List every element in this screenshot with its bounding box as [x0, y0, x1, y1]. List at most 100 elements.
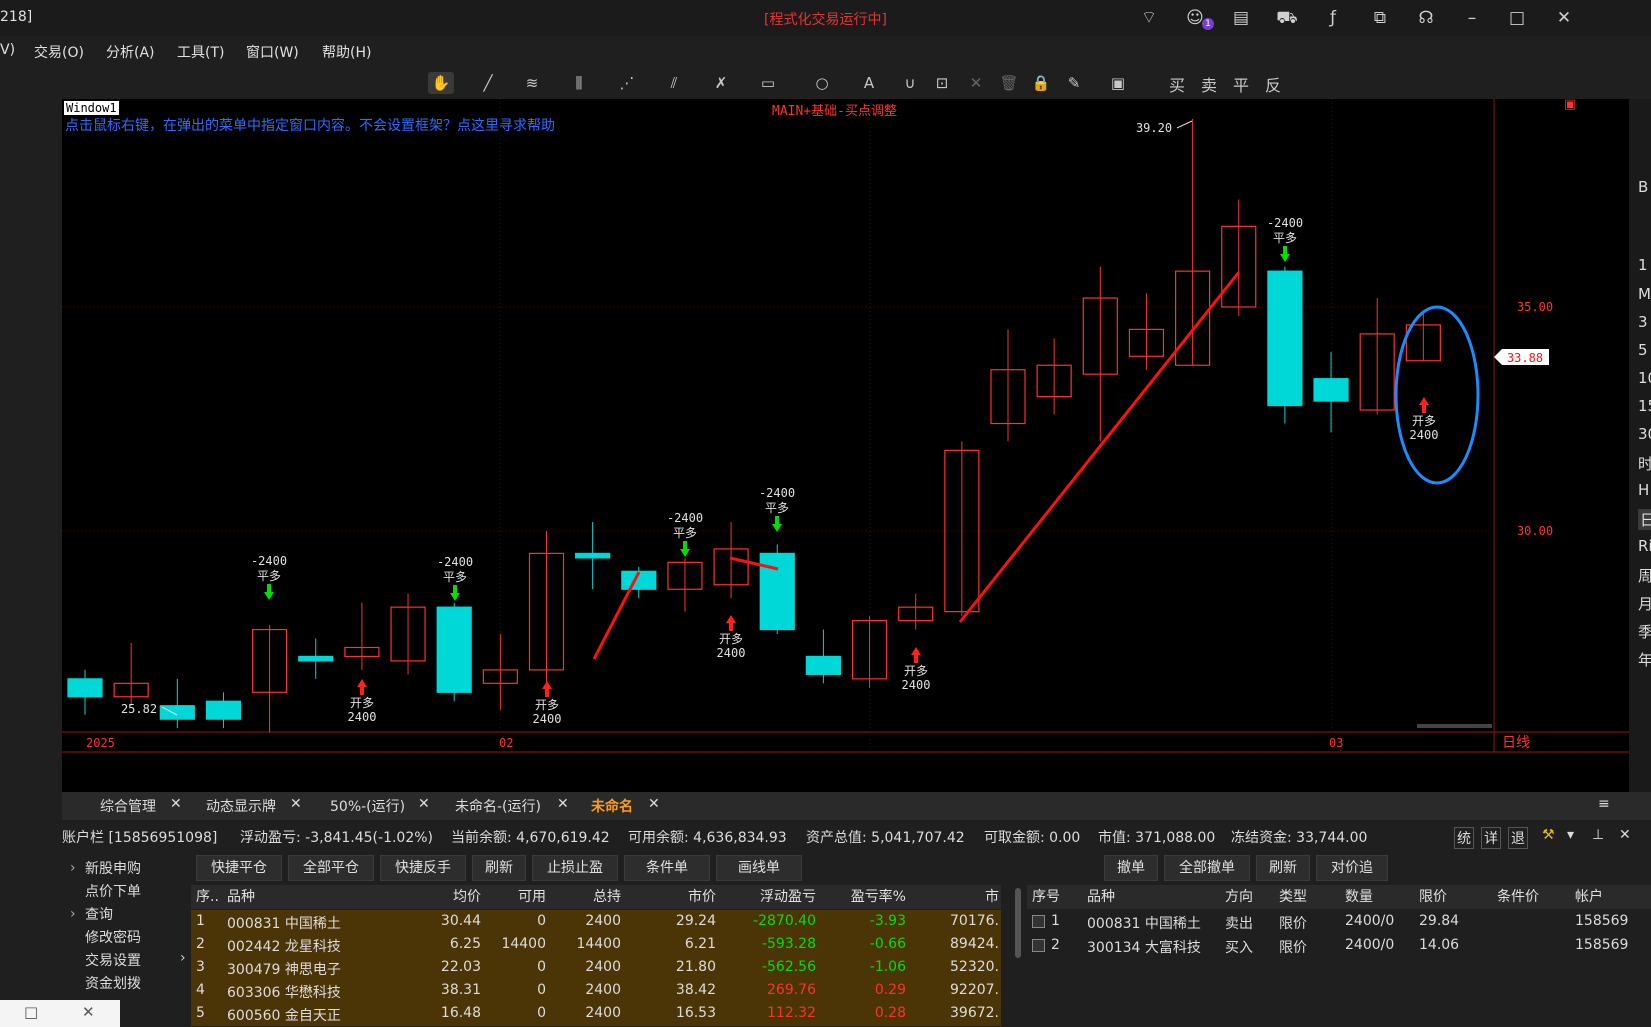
refresh-positions-button[interactable]: 刷新	[472, 855, 526, 881]
period-b[interactable]: B	[1638, 178, 1648, 196]
position-row[interactable]: 1 000831 中国稀土 30.44 0 2400 29.24 -2870.40 -3.93…	[191, 910, 1001, 935]
collapse-arrow-icon[interactable]: ›	[180, 950, 186, 966]
quick-close-button[interactable]: 快捷平仓	[196, 855, 282, 881]
delete-drawing-icon[interactable]: ✕	[963, 72, 989, 94]
col-limit-price[interactable]: 限价	[1419, 885, 1447, 909]
menu-trade[interactable]: 交易(O)	[34, 42, 84, 62]
position-row[interactable]: 2 002442 龙星科技 6.25 14400 14400 6.21 -593.28 -0.…	[191, 933, 1001, 958]
chase-price-button[interactable]: 对价追	[1316, 855, 1388, 881]
minimize-icon[interactable]: –	[1460, 6, 1484, 30]
period-month[interactable]: 月	[1638, 593, 1651, 614]
menu-analysis[interactable]: 分析(A)	[106, 42, 155, 62]
chart-maximize-icon[interactable]: ▣	[1564, 97, 1576, 112]
pin-panel-icon[interactable]: ⊥	[1592, 827, 1604, 843]
logout-button[interactable]: 退	[1508, 827, 1528, 849]
menu-window[interactable]: 窗口(W)	[246, 42, 299, 62]
position-row[interactable]: 3 300479 神思电子 22.03 0 2400 21.80 -562.56 -1.06 5…	[191, 956, 1001, 981]
line-tool-icon[interactable]: ╱	[475, 72, 501, 94]
tab-unnamed-close-icon[interactable]: ✕	[648, 796, 660, 812]
formula-icon[interactable]: ƒ	[1321, 6, 1345, 30]
rectangle-tool-icon[interactable]: ▭	[755, 72, 781, 94]
col-condition-price[interactable]: 条件价	[1497, 885, 1539, 909]
fan-tool-icon[interactable]: ⋰	[614, 72, 640, 94]
period-3[interactable]: 3	[1638, 313, 1648, 331]
tab-menu-icon[interactable]: ≡	[1598, 796, 1610, 812]
cart-icon[interactable]: ⛟	[1275, 6, 1299, 30]
col-total[interactable]: 总持	[551, 885, 621, 909]
nav-change-password[interactable]: 修改密码	[85, 927, 141, 947]
tab-50-close-icon[interactable]: ✕	[418, 796, 430, 812]
detail-button[interactable]: 详	[1481, 827, 1501, 849]
trend-line[interactable]	[592, 571, 641, 660]
period-h[interactable]: H	[1638, 481, 1649, 499]
headset-icon[interactable]: ☊	[1414, 6, 1438, 30]
order-checkbox[interactable]	[1032, 939, 1045, 952]
period-30[interactable]: 30	[1638, 425, 1651, 443]
pen-color-icon[interactable]: ✎	[1061, 72, 1087, 94]
col-avg-price[interactable]: 均价	[391, 885, 481, 909]
period-hour[interactable]: 时	[1638, 453, 1651, 474]
menu-tools[interactable]: 工具(T)	[177, 42, 224, 62]
maximize-icon[interactable]: □	[1505, 6, 1529, 30]
vertical-lines-icon[interactable]: ⫼	[566, 72, 592, 94]
refresh-orders-button[interactable]: 刷新	[1256, 855, 1310, 881]
col-order-seq[interactable]: 序号	[1032, 885, 1060, 909]
cancel-all-button[interactable]: 全部撤单	[1164, 855, 1250, 881]
period-5[interactable]: 5	[1638, 341, 1648, 359]
nav-ipo[interactable]: 新股申购	[85, 858, 141, 878]
close-all-button[interactable]: 全部平仓	[288, 855, 374, 881]
stop-loss-button[interactable]: 止损止盈	[532, 855, 618, 881]
chart-hint-link[interactable]: 点击鼠标右键，在弹出的菜单中指定窗口内容。不会设置框架？点这里寻求帮助	[65, 115, 555, 135]
close-panel-icon[interactable]: ✕	[1619, 827, 1631, 843]
period-quarter[interactable]: 季	[1638, 621, 1651, 642]
lock-icon[interactable]: 🔒	[1028, 72, 1054, 94]
col-available[interactable]: 可用	[491, 885, 546, 909]
period-year[interactable]: 年	[1638, 649, 1651, 670]
tool-icon[interactable]: ⚒	[1542, 827, 1555, 843]
dropdown-icon[interactable]: ▾	[1567, 827, 1574, 843]
magnet-icon[interactable]: ∪	[897, 72, 923, 94]
period-day[interactable]: 日	[1638, 509, 1651, 530]
menu-view[interactable]: V)	[0, 42, 15, 58]
expand-icon[interactable]: ›	[70, 860, 76, 876]
cross-tool-icon[interactable]: ✗	[708, 72, 734, 94]
col-account[interactable]: 帐户	[1575, 885, 1603, 909]
nav-trade-settings[interactable]: 交易设置	[85, 950, 141, 970]
copy-icon[interactable]: ⧉	[1368, 6, 1392, 30]
document-icon[interactable]: ▤	[1229, 6, 1253, 30]
order-checkbox[interactable]	[1032, 915, 1045, 928]
cancel-order-button[interactable]: 撤单	[1104, 855, 1158, 881]
order-row[interactable]: 1 000831 中国稀土 卖出 限价 2400/0 29.84 158569	[1027, 910, 1651, 934]
expand-query-icon[interactable]: ›	[70, 906, 76, 922]
nav-price-order[interactable]: 点价下单	[85, 881, 141, 901]
col-market-price[interactable]: 市价	[631, 885, 716, 909]
tab-dynamic-close-icon[interactable]: ✕	[290, 796, 302, 812]
hand-tool-icon[interactable]: ✋	[428, 72, 454, 94]
position-row[interactable]: 4 603306 华懋科技 38.31 0 2400 38.42 269.76 0.29 922…	[191, 979, 1001, 1004]
col-order-symbol[interactable]: 品种	[1087, 885, 1115, 909]
period-ri[interactable]: Ri	[1638, 537, 1651, 555]
reverse-button[interactable]: 反	[1265, 72, 1281, 96]
fib-tool-icon[interactable]: ≋	[519, 72, 545, 94]
position-row[interactable]: 5 600560 金自天正 16.48 0 2400 16.53 112.32 0.28 396…	[191, 1002, 1001, 1027]
period-10[interactable]: 10	[1638, 369, 1651, 387]
period-m[interactable]: M	[1638, 285, 1651, 303]
tab-unnamed-active[interactable]: 未命名	[591, 796, 633, 816]
col-float-pl[interactable]: 浮动盈亏	[721, 885, 816, 909]
tab-overview-close-icon[interactable]: ✕	[170, 796, 182, 812]
save-icon[interactable]: ▣	[1105, 72, 1131, 94]
close-icon[interactable]: ✕	[1552, 6, 1576, 30]
buy-button[interactable]: 买	[1169, 72, 1185, 96]
col-seq[interactable]: 序..	[196, 885, 219, 909]
quick-reverse-button[interactable]: 快捷反手	[380, 855, 466, 881]
chart-scroll-thumb[interactable]	[1417, 724, 1492, 728]
line-order-button[interactable]: 画线单	[716, 855, 802, 881]
rss-icon[interactable]: ⌔	[1137, 6, 1161, 30]
channel-tool-icon[interactable]: ⫽	[661, 72, 687, 94]
restore-icon[interactable]: □	[24, 1003, 38, 1021]
close-position-button[interactable]: 平	[1233, 72, 1249, 96]
col-type[interactable]: 类型	[1279, 885, 1307, 909]
sell-button[interactable]: 卖	[1201, 72, 1217, 96]
stats-button[interactable]: 统	[1454, 827, 1474, 849]
mini-close-icon[interactable]: ✕	[82, 1003, 95, 1021]
